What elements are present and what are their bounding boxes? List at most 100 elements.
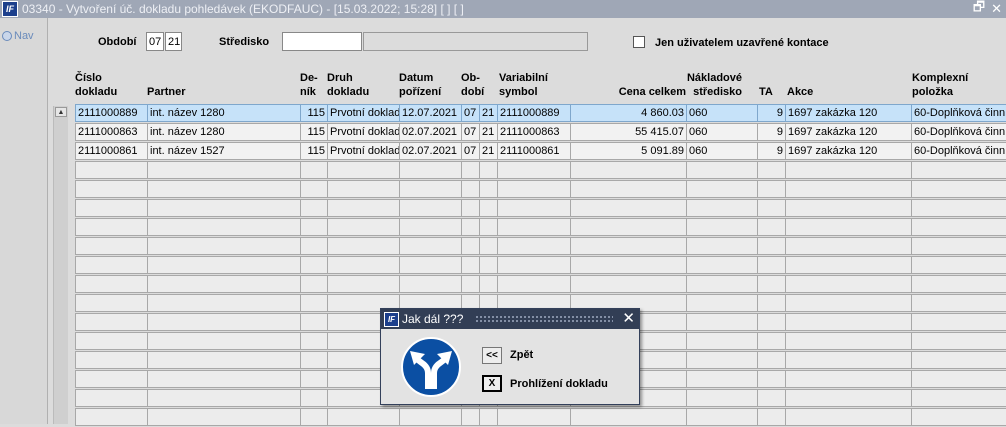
cell-kompl[interactable] (911, 389, 1006, 407)
cell-akce[interactable]: 1697 zakázka 120 (785, 142, 912, 160)
cell-cislo[interactable] (75, 351, 148, 369)
cell-akce[interactable] (785, 237, 912, 255)
cell-partner[interactable] (147, 370, 301, 388)
cell-ta[interactable] (757, 408, 786, 426)
cell-var[interactable] (497, 275, 571, 293)
cell-obd_m[interactable] (461, 408, 480, 426)
cell-kompl[interactable]: 60-Doplňková činn (911, 104, 1006, 122)
cell-cislo[interactable] (75, 389, 148, 407)
cell-cislo[interactable]: 2111000861 (75, 142, 148, 160)
cell-cena[interactable] (570, 218, 687, 236)
cell-var[interactable] (497, 161, 571, 179)
cell-partner[interactable]: int. název 1280 (147, 123, 301, 141)
cell-druh[interactable] (327, 199, 400, 217)
cell-akce[interactable] (785, 180, 912, 198)
cell-ta[interactable] (757, 389, 786, 407)
cell-cena[interactable] (570, 199, 687, 217)
cell-datum[interactable]: 02.07.2021 (399, 142, 462, 160)
cell-denik[interactable] (300, 332, 328, 350)
drag-grip[interactable] (475, 315, 613, 323)
cell-cena[interactable] (570, 161, 687, 179)
cell-str[interactable] (686, 199, 758, 217)
cell-akce[interactable] (785, 256, 912, 274)
cell-cislo[interactable] (75, 294, 148, 312)
cell-obd_r[interactable] (479, 199, 498, 217)
cell-cena[interactable]: 4 860.03 (570, 104, 687, 122)
cell-akce[interactable] (785, 161, 912, 179)
cell-denik[interactable] (300, 408, 328, 426)
cell-kompl[interactable] (911, 180, 1006, 198)
cell-kompl[interactable] (911, 218, 1006, 236)
dialog-titlebar[interactable]: IF Jak dál ??? ✕ (381, 309, 639, 329)
cell-ta[interactable]: 9 (757, 142, 786, 160)
cell-obd_r[interactable]: 21 (479, 123, 498, 141)
obdobi-year-input[interactable]: 21 (165, 32, 182, 51)
cell-partner[interactable]: int. název 1527 (147, 142, 301, 160)
cell-druh[interactable] (327, 256, 400, 274)
cell-obd_m[interactable]: 07 (461, 142, 480, 160)
cell-obd_r[interactable] (479, 256, 498, 274)
cell-ta[interactable] (757, 313, 786, 331)
cell-kompl[interactable] (911, 161, 1006, 179)
cell-str[interactable] (686, 294, 758, 312)
cell-kompl[interactable] (911, 199, 1006, 217)
stredisko-input[interactable] (282, 32, 362, 51)
cell-partner[interactable] (147, 161, 301, 179)
cell-ta[interactable] (757, 332, 786, 350)
cell-denik[interactable] (300, 199, 328, 217)
cell-cislo[interactable]: 2111000889 (75, 104, 148, 122)
cell-str[interactable] (686, 218, 758, 236)
cell-ta[interactable]: 9 (757, 123, 786, 141)
cell-kompl[interactable] (911, 332, 1006, 350)
cell-kompl[interactable] (911, 408, 1006, 426)
cell-var[interactable] (497, 408, 571, 426)
cell-str[interactable] (686, 313, 758, 331)
cell-druh[interactable] (327, 180, 400, 198)
cell-kompl[interactable] (911, 313, 1006, 331)
cell-cena[interactable] (570, 237, 687, 255)
cell-partner[interactable] (147, 218, 301, 236)
cell-kompl[interactable] (911, 256, 1006, 274)
cell-ta[interactable] (757, 351, 786, 369)
cell-partner[interactable]: int. název 1280 (147, 104, 301, 122)
cell-partner[interactable] (147, 351, 301, 369)
obdobi-month-input[interactable]: 07 (146, 32, 164, 51)
cell-ta[interactable] (757, 275, 786, 293)
cell-ta[interactable]: 9 (757, 104, 786, 122)
cell-denik[interactable] (300, 180, 328, 198)
cell-str[interactable] (686, 237, 758, 255)
cell-var[interactable] (497, 256, 571, 274)
cell-obd_m[interactable] (461, 199, 480, 217)
dialog-close-icon[interactable]: ✕ (622, 310, 635, 328)
cell-druh[interactable] (327, 408, 400, 426)
cell-str[interactable] (686, 180, 758, 198)
cell-denik[interactable] (300, 237, 328, 255)
cell-str[interactable] (686, 256, 758, 274)
cell-partner[interactable] (147, 180, 301, 198)
cell-druh[interactable] (327, 218, 400, 236)
cell-str[interactable] (686, 370, 758, 388)
cell-cislo[interactable] (75, 275, 148, 293)
cell-cislo[interactable] (75, 313, 148, 331)
cell-cislo[interactable] (75, 332, 148, 350)
cell-obd_r[interactable] (479, 275, 498, 293)
cell-denik[interactable] (300, 389, 328, 407)
cell-kompl[interactable]: 60-Doplňková činn (911, 142, 1006, 160)
cell-akce[interactable] (785, 199, 912, 217)
closed-contacts-checkbox[interactable] (633, 36, 645, 48)
cell-obd_m[interactable] (461, 180, 480, 198)
cell-ta[interactable] (757, 256, 786, 274)
cell-denik[interactable] (300, 161, 328, 179)
cell-ta[interactable] (757, 161, 786, 179)
cell-partner[interactable] (147, 199, 301, 217)
cell-datum[interactable]: 02.07.2021 (399, 123, 462, 141)
cell-cislo[interactable] (75, 408, 148, 426)
cell-partner[interactable] (147, 313, 301, 331)
cell-denik[interactable]: 115 (300, 104, 328, 122)
close-icon[interactable]: ✕ (991, 1, 1002, 17)
cell-partner[interactable] (147, 389, 301, 407)
cell-druh[interactable] (327, 237, 400, 255)
cell-str[interactable] (686, 389, 758, 407)
cell-cislo[interactable] (75, 180, 148, 198)
cell-obd_r[interactable]: 21 (479, 142, 498, 160)
